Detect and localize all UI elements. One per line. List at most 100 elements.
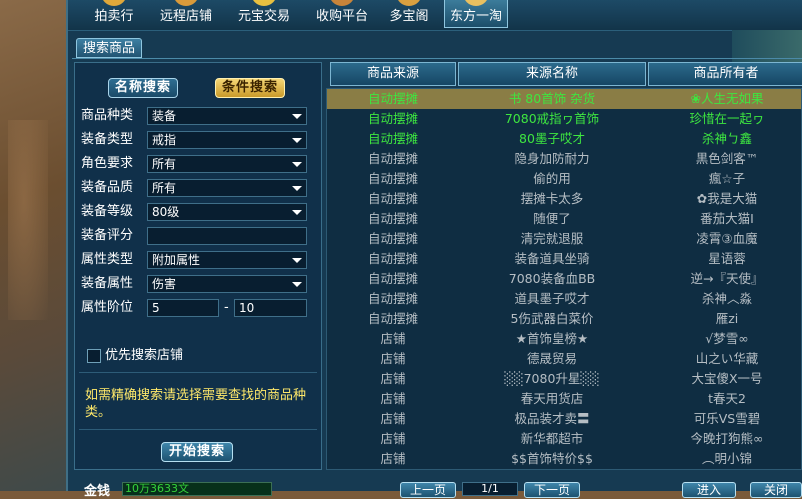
page-indicator: 1/1 [462,482,518,496]
table-row[interactable]: 店铺 ░░7080升星░░ 大宝傻X一号 [327,369,801,389]
field-label: 装备属性 [81,276,134,291]
cell-owner: 番茄大猫I [700,211,754,226]
cell-source-name: ░░7080升星░░ [504,371,600,386]
column-header-source-name[interactable]: 来源名称 [458,62,646,86]
name-search-button[interactable]: 名称搜索 [108,78,178,98]
dropdown-arrow-icon [292,282,302,287]
tab-search-goods[interactable]: 搜索商品 [76,38,142,58]
cell-source-name: 清完就退服 [520,231,584,246]
tab-purchase-platform[interactable]: 收购平台 [306,0,378,28]
table-row[interactable]: 自动摆摊 随便了 番茄大猫I [327,209,801,229]
cell-owner: 星语蓉 [708,251,746,266]
cell-source-name: 新华都超市 [520,431,584,446]
cell-source: 自动摆摊 [367,311,418,326]
field-label: 装备评分 [81,228,134,243]
cell-source: 自动摆摊 [367,191,418,206]
table-row[interactable]: 店铺 $$首饰特价$$ ︵明小锦 [327,449,801,469]
table-row[interactable]: 店铺 春天用货店 t春天2 [327,389,801,409]
field-equip-type: 装备类型 戒指 [81,130,311,150]
attr-select[interactable]: 伤害 [147,275,307,293]
prefer-shop-checkbox[interactable] [87,349,101,363]
dropdown-arrow-icon [292,114,302,119]
table-row[interactable]: 店铺 新华都超市 今晚打狗熊∞ [327,429,801,449]
equip-type-select[interactable]: 戒指 [147,131,307,149]
cell-owner: 黒色剑客™ [695,151,759,166]
dropdown-arrow-icon [292,186,302,191]
cell-source: 店铺 [380,371,406,386]
dropdown-arrow-icon [292,138,302,143]
level-select[interactable]: 80级 [147,203,307,221]
table-row[interactable]: 自动摆摊 7080戒指ヮ首饰 珍惜在一起ヮ [327,109,801,129]
table-row[interactable]: 店铺 极品装才卖〓 可乐VS雪碧 [327,409,801,429]
table-row[interactable]: 自动摆摊 道具墨子哎才 杀神︿淼 [327,289,801,309]
table-row[interactable]: 自动摆摊 清完就退服 凌霄③血魔 [327,229,801,249]
attr-tier-min-input[interactable]: 5 [147,299,219,317]
category-select[interactable]: 装备 [147,107,307,125]
table-row[interactable]: 店铺 ★首饰皇榜★ √梦雪∞ [327,329,801,349]
table-row[interactable]: 自动摆摊 摆摊卡太多 ✿我是大猫 [327,189,801,209]
field-label: 装备类型 [81,132,134,147]
cell-source: 自动摆摊 [367,111,418,126]
cell-source-name: 道具墨子哎才 [514,291,590,306]
column-header-source[interactable]: 商品来源 [330,62,456,86]
cell-source-name: 偷的用 [533,171,571,186]
results-header: 商品来源 来源名称 商品所有者 [330,62,802,86]
enter-button[interactable]: 进入 [682,482,736,498]
cell-source-name: 书 80首饰 杂货 [508,91,596,106]
field-label: 装备等级 [81,204,134,219]
bottom-bar: 金钱 10万3633文 上一页 1/1 下一页 进入 关闭 [68,474,802,499]
role-select[interactable]: 所有 [147,155,307,173]
cell-source-name: 春天用货店 [520,391,584,406]
tab-auction[interactable]: 拍卖行 [82,0,146,28]
field-category: 商品种类 装备 [81,106,311,126]
table-row[interactable]: 自动摆摊 隐身加防耐力 黒色剑客™ [327,149,801,169]
cell-source: 自动摆摊 [367,151,418,166]
ingot-icon [251,0,277,6]
divider [79,429,317,430]
cell-source-name: 极品装才卖〓 [514,411,590,426]
tab-ingot-trade[interactable]: 元宝交易 [228,0,300,28]
table-row[interactable]: 自动摆摊 偷的用 瘋☆子 [327,169,801,189]
cell-owner: 珍惜在一起ヮ [689,111,765,126]
column-header-owner[interactable]: 商品所有者 [648,62,802,86]
cell-owner: 山之い华藏 [695,351,759,366]
start-search-button[interactable]: 开始搜索 [161,442,233,462]
cell-source-name: 7080装备血BB [508,271,596,286]
tab-dongfang-yitao[interactable]: 东方一淘 [444,0,508,28]
field-attr: 装备属性 伤害 [81,274,311,294]
tab-treasure[interactable]: 多宝阁 [380,0,438,28]
cell-owner: 凌霄③血魔 [696,231,758,246]
field-attr-tier: 属性阶位 5 - 10 [81,298,311,318]
field-label: 属性阶位 [81,300,134,315]
cell-owner: 今晚打狗熊∞ [690,431,764,446]
cell-source: 自动摆摊 [367,251,418,266]
attr-tier-max-input[interactable]: 10 [234,299,307,317]
quality-select[interactable]: 所有 [147,179,307,197]
next-page-button[interactable]: 下一页 [524,482,580,498]
attr-type-select[interactable]: 附加属性 [147,251,307,269]
score-input[interactable] [147,227,307,245]
cell-source-name: 5伤武器白菜价 [510,311,594,326]
cell-owner: 杀神ㄅ鑫 [701,131,752,146]
cell-source-name: ★首饰皇榜★ [515,331,589,346]
cell-source-name: 7080戒指ヮ首饰 [504,111,600,126]
tab-remote-shop[interactable]: 远程店铺 [150,0,222,28]
prev-page-button[interactable]: 上一页 [400,482,456,498]
shop-icon [173,0,199,6]
cell-owner: t春天2 [708,391,746,406]
cell-source: 自动摆摊 [367,231,418,246]
cell-source: 自动摆摊 [367,291,418,306]
auction-icon [101,0,127,6]
cell-owner: ❀人生无如果 [690,91,764,106]
table-row[interactable]: 自动摆摊 80墨子哎才 杀神ㄅ鑫 [327,129,801,149]
table-row[interactable]: 自动摆摊 5伤武器白菜价 雁zi [327,309,801,329]
table-row[interactable]: 自动摆摊 书 80首饰 杂货 ❀人生无如果 [327,89,801,109]
field-score: 装备评分 [81,226,311,246]
field-label: 属性类型 [81,252,134,267]
table-row[interactable]: 自动摆摊 7080装备血BB 逆→『天使』 [327,269,801,289]
condition-search-button[interactable]: 条件搜索 [215,78,285,98]
close-button[interactable]: 关闭 [750,482,802,498]
table-row[interactable]: 店铺 德晟贸易 山之い华藏 [327,349,801,369]
field-label: 装备品质 [81,180,134,195]
table-row[interactable]: 自动摆摊 装备道具坐骑 星语蓉 [327,249,801,269]
